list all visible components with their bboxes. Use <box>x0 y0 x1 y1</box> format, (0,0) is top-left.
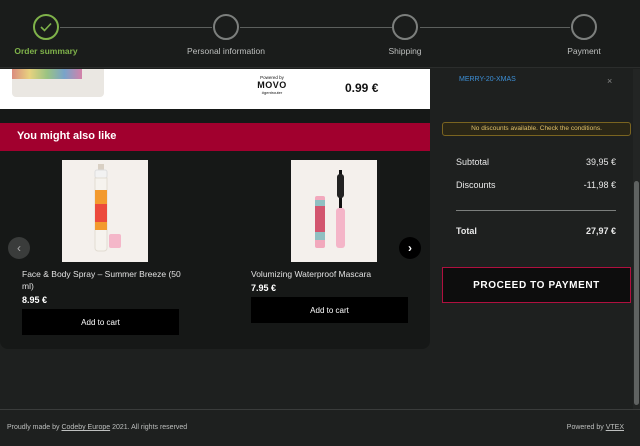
product-thumbnail[interactable] <box>12 69 104 97</box>
footer-suffix: 2021. All rights reserved <box>112 424 188 431</box>
item-price: 0.99 € <box>345 81 379 95</box>
footer-powered: Powered by VTEX <box>567 424 624 431</box>
subtotal-row: Subtotal 39,95 € <box>456 157 616 167</box>
product-image[interactable] <box>62 160 148 262</box>
movo-logo: Powered by MOVO #gentrouter <box>250 75 294 95</box>
step-circle-icon <box>213 14 239 40</box>
step-label: Payment <box>567 46 601 56</box>
step-label: Personal information <box>187 46 265 56</box>
codeby-link[interactable]: Codeby Europe <box>61 424 110 431</box>
product-card: Volumizing Waterproof Mascara 7.95 € Add… <box>251 160 411 323</box>
brand-tagline: #gentrouter <box>261 90 283 95</box>
spray-bottle-image <box>94 164 121 252</box>
chevron-left-icon: ‹ <box>17 241 21 255</box>
product-card: Face & Body Spray – Summer Breeze (50 ml… <box>22 160 182 335</box>
add-to-cart-button[interactable]: Add to cart <box>22 309 179 335</box>
recommendations-banner: You might also like <box>0 123 430 151</box>
mascara-image <box>315 170 345 248</box>
checkout-stepper: Order summary Personal information Shipp… <box>0 0 640 68</box>
summary-divider <box>456 210 616 211</box>
step-shipping[interactable]: Shipping <box>345 14 465 56</box>
brand-name: MOVO <box>257 80 287 90</box>
discounts-value: -11,98 € <box>583 180 616 190</box>
total-value: 27,97 € <box>585 226 616 236</box>
remove-coupon-icon[interactable]: × <box>607 76 612 86</box>
cart-main-panel: Powered by MOVO #gentrouter 0.99 € You m… <box>0 69 430 349</box>
order-summary-panel: MERRY-20-XMAS × No discounts available. … <box>441 69 631 399</box>
step-payment[interactable]: Payment <box>524 14 640 56</box>
product-thumbnail-art <box>12 69 82 79</box>
page-scrollbar[interactable] <box>633 69 640 409</box>
recommendations-title: You might also like <box>17 130 117 142</box>
total-row: Total 27,97 € <box>456 226 616 236</box>
add-to-cart-button[interactable]: Add to cart <box>251 297 408 323</box>
cart-item: Powered by MOVO #gentrouter 0.99 € <box>0 69 430 109</box>
product-name[interactable]: Volumizing Waterproof Mascara <box>251 268 411 280</box>
product-price: 7.95 € <box>251 283 277 293</box>
footer-credits: Proudly made by Codeby Europe 2021. All … <box>7 424 187 431</box>
product-image[interactable] <box>291 160 377 262</box>
footer-prefix: Proudly made by <box>7 424 60 431</box>
check-icon <box>33 14 59 40</box>
step-order-summary[interactable]: Order summary <box>0 14 106 56</box>
discounts-label: Discounts <box>456 180 496 190</box>
discount-notice: No discounts available. Check the condit… <box>442 122 631 136</box>
proceed-to-payment-button[interactable]: PROCEED TO PAYMENT <box>442 267 631 303</box>
step-personal-information[interactable]: Personal information <box>166 14 286 56</box>
total-label: Total <box>456 226 477 236</box>
subtotal-label: Subtotal <box>456 157 490 167</box>
product-name[interactable]: Face & Body Spray – Summer Breeze (50 ml… <box>22 268 182 292</box>
page-footer: Proudly made by Codeby Europe 2021. All … <box>0 409 640 446</box>
step-label: Shipping <box>388 46 422 56</box>
step-label: Order summary <box>14 46 78 56</box>
discounts-row: Discounts -11,98 € <box>456 180 616 190</box>
vtex-link[interactable]: VTEX <box>606 424 624 431</box>
powered-prefix: Powered by <box>566 424 604 431</box>
subtotal-value: 39,95 € <box>585 157 616 167</box>
step-circle-icon <box>571 14 597 40</box>
product-price: 8.95 € <box>22 295 48 305</box>
step-circle-icon <box>392 14 418 40</box>
scrollbar-thumb[interactable] <box>634 181 639 405</box>
coupon-code[interactable]: MERRY-20-XMAS <box>459 76 516 83</box>
